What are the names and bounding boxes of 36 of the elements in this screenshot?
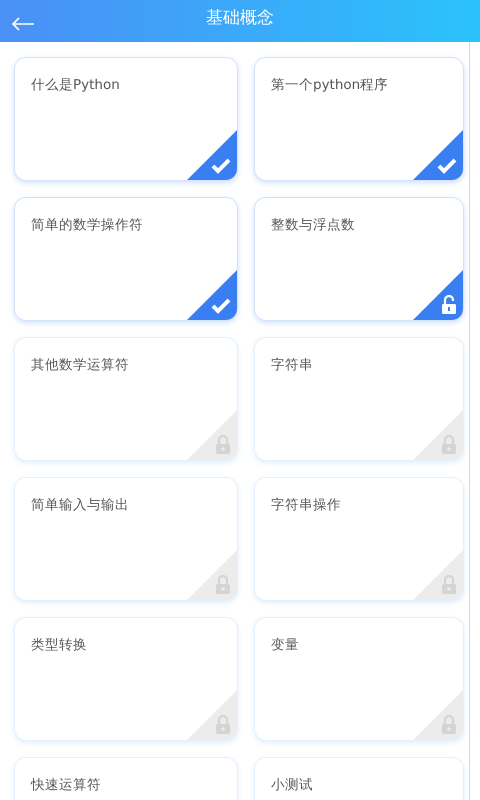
lesson-title: 第一个python程序 (271, 77, 388, 93)
lesson-title: 字符串操作 (271, 497, 341, 513)
lesson-card[interactable]: 快速运算符 (14, 757, 238, 800)
lesson-title: 小测试 (271, 777, 313, 793)
check-icon (211, 298, 231, 314)
lesson-title: 变量 (271, 637, 299, 653)
lesson-card[interactable]: 什么是Python (14, 57, 238, 181)
lesson-card[interactable]: 简单的数学操作符 (14, 197, 238, 321)
lesson-title: 简单的数学操作符 (31, 217, 143, 233)
padlock-icon (215, 435, 231, 454)
lesson-title: 什么是Python (31, 77, 120, 93)
lesson-card[interactable]: 整数与浮点数 (254, 197, 464, 321)
lesson-title: 快速运算符 (31, 777, 101, 793)
padlock-icon (215, 715, 231, 734)
unlocked-padlock-icon (441, 295, 457, 314)
padlock-icon (441, 715, 457, 734)
check-icon (437, 158, 457, 174)
lesson-card[interactable]: 变量 (254, 617, 464, 741)
lesson-title: 字符串 (271, 357, 313, 373)
lesson-card[interactable]: 类型转换 (14, 617, 238, 741)
lesson-card[interactable]: 字符串操作 (254, 477, 464, 601)
lesson-card[interactable]: 小测试 (254, 757, 464, 800)
padlock-icon (441, 575, 457, 594)
lesson-card[interactable]: 第一个python程序 (254, 57, 464, 181)
lesson-title: 整数与浮点数 (271, 217, 355, 233)
lesson-card[interactable]: 字符串 (254, 337, 464, 461)
check-icon (211, 158, 231, 174)
back-arrow-icon (11, 16, 35, 31)
lesson-card[interactable]: 其他数学运算符 (14, 337, 238, 461)
padlock-icon (215, 575, 231, 594)
page-title: 基础概念 (206, 7, 274, 30)
lesson-title: 其他数学运算符 (31, 357, 129, 373)
lesson-title: 简单输入与输出 (31, 497, 129, 513)
padlock-icon (441, 435, 457, 454)
lesson-card[interactable]: 简单输入与输出 (14, 477, 238, 601)
lesson-title: 类型转换 (31, 637, 87, 653)
